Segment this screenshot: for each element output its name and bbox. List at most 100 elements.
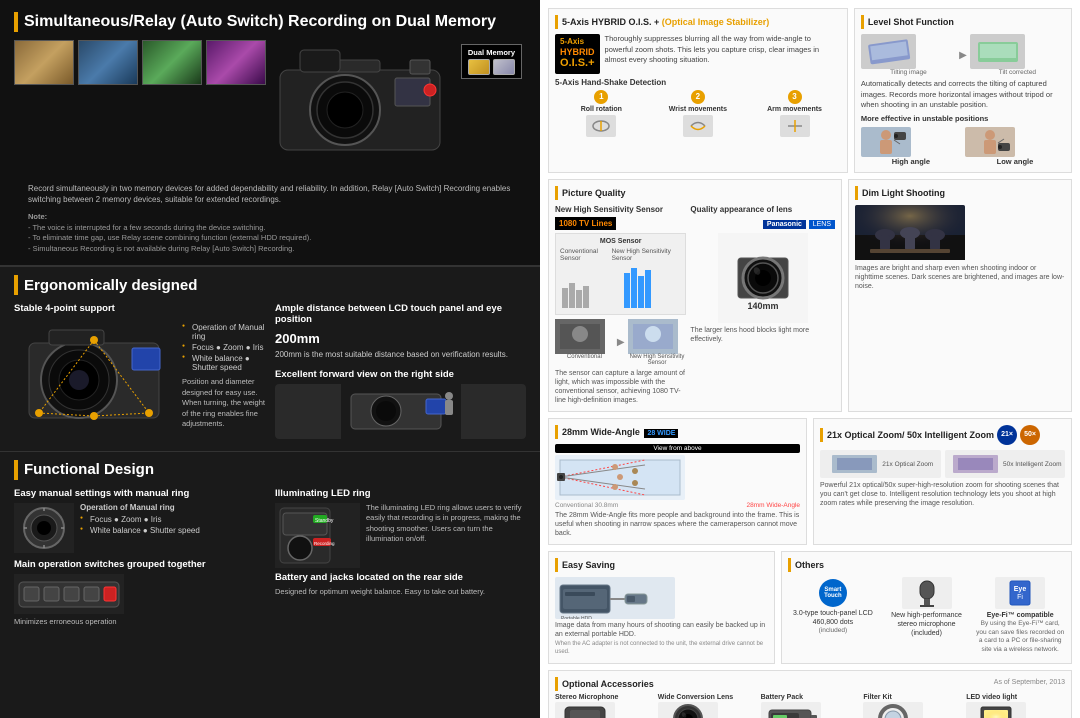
shake-label-2: Wrist movements [652,106,745,113]
conventional-img: Conventional [555,319,614,366]
wa-svg [555,455,685,500]
led-ring-title: Illuminating LED ring [275,488,526,499]
high-angle-label: High angle [861,157,961,166]
hero-title: Simultaneous/Relay (Auto Switch) Recordi… [24,12,496,31]
acc-led-svg [966,702,1026,718]
conventional-img-label: Conventional [555,354,614,360]
level-after: Tilt corrected [970,34,1065,76]
ergo-position-desc: Position and diameter designed for easy … [182,377,265,430]
panasonic-label: Panasonic [763,220,806,229]
sensor-title: New High Sensitivity Sensor [555,205,686,214]
conventional-bars [562,283,618,308]
comparison-row: Conventional ▶ New High Sensitivity Sens… [555,319,686,366]
easysave-note: When the AC adapter is not connected to … [555,641,768,657]
functional-accent [14,460,18,480]
level-title-row: Level Shot Function [861,15,1065,29]
eyefi-svg: Eye Fi [995,577,1045,609]
lens-desc: The larger lens hood blocks light more e… [690,326,835,344]
other-desc-1: New high-performance stereo microphone (… [882,611,972,638]
distance-desc: 200mm is the most suitable distance base… [275,350,508,359]
ois-title-row: 5-Axis HYBRID O.I.S. + (Optical Image St… [555,15,841,29]
ois-description: Thoroughly suppresses blurring all the w… [605,34,841,74]
ergo-accent [14,275,18,295]
led-content: Standby Recording The illuminating LED r… [275,503,526,568]
pq-section: Picture Quality New High Sensitivity Sen… [548,179,842,412]
tv-lens-badge: 1080 TV Lines [555,217,616,230]
arrow-icon-2: ▶ [617,319,625,366]
wa-comparison-labels: Conventional 30.8mm 28mm Wide-Angle [555,502,800,509]
ergo-section: Ergonomically designed Stable 4-point su… [0,266,540,451]
distance-text: 200mm 200mm is the most suitable distanc… [275,329,526,361]
shake-item-1: 1 Roll rotation [555,90,648,139]
distance-title: Ample distance between LCD touch panel a… [275,303,526,325]
new-wa-label: 28mm Wide-Angle [747,502,800,509]
others-title: Others [795,560,824,570]
stable-title: Stable 4-point support [14,303,265,314]
intelligent-zoom-img [948,450,1003,478]
accessories-accent [555,677,558,691]
new-sensor-img: New High Sensitivity Sensor [628,319,687,366]
level-angles-row: High angle Low angle [861,127,1065,166]
wideangle-section: 28mm Wide-Angle 28 WIDE View from above [548,418,807,545]
accessory-battery: Battery Pack DGA-05 7.2V 5400mAh [761,694,860,718]
others-title-row: Others [788,558,1065,572]
svg-text:Recording: Recording [314,541,335,546]
ergo-right: Ample distance between LCD touch panel a… [275,303,526,443]
high-angle-item: High angle [861,127,961,166]
wa-title: 28mm Wide-Angle 28 WIDE [562,427,678,437]
sensor-bars-container [560,265,681,310]
mos-label: MOS Sensor [560,238,681,245]
tilting-label: Tilting image [861,69,956,76]
acc-cat-2: Battery Pack [761,694,860,701]
level-section: Level Shot Function Tilting image ▶ [854,8,1072,173]
pq-title: Picture Quality [562,188,626,198]
led-desc: The illuminating LED ring allows users t… [366,503,526,545]
svg-text:Standby: Standby [315,518,334,524]
other-title-2: Eye-Fi™ compatible [975,611,1065,620]
effective-label: More effective in unstable positions [861,114,1065,123]
wa-accent [555,425,558,439]
ois-main-content: 5-Axis HYBRID O.I.S.+ Thoroughly suppres… [555,34,841,74]
ois-logo-desc: 5-Axis HYBRID O.I.S.+ [555,34,600,74]
ergo-left: Stable 4-point support [14,303,265,443]
other-item-1: New high-performance stereo microphone (… [882,577,972,654]
hero-section: Simultaneous/Relay (Auto Switch) Recordi… [0,0,540,266]
intelligent-zoom-label: 50x Intelligent Zoom [1003,461,1062,468]
right-panel: 5-Axis HYBRID O.I.S. + (Optical Image St… [540,0,1080,718]
tilting-image-svg [861,34,916,69]
pq-right: Quality appearance of lens Panasonic LEN… [690,205,835,405]
wa-title-row: 28mm Wide-Angle 28 WIDE [555,425,800,439]
note-line-1: - The voice is interrupted for a few sec… [28,223,265,232]
functional-content: Easy manual settings with manual ring [14,488,526,628]
hero-thumb-sports [78,40,138,85]
others-grid: Smart Touch 3.0-type touch-panel LCD 460… [788,577,1065,654]
accessories-grid: Stereo Microphone VW-VMS10 Plug-in Power… [555,694,1065,718]
accessories-title: Optional Accessories [562,679,654,689]
led-svg: Standby Recording [275,503,360,568]
level-accent [861,15,864,29]
left-panel: Simultaneous/Relay (Auto Switch) Recordi… [0,0,540,718]
new-sensor-shot [628,319,678,354]
switches-svg [14,574,124,614]
switches-desc: Minimizes erroneous operation [14,617,265,628]
wa-badge: 28 WIDE [644,429,678,438]
corrected-label: Tilt corrected [970,69,1065,76]
tv-lens-row: 1080 TV Lines [555,217,686,230]
level-before: Tilting image [861,34,956,76]
ergo-content: Stable 4-point support [14,303,526,443]
pq-accent [555,186,558,200]
shake-img-1 [586,115,616,137]
functional-title: Functional Design [24,461,154,478]
battery-desc: Designed for optimum weight balance. Eas… [275,587,526,598]
optical-zoom-label: 21x Optical Zoom [882,461,933,468]
pq-content: New High Sensitivity Sensor 1080 TV Line… [555,205,835,405]
easysave-section: Easy Saving Portable HDD Image data from… [548,551,775,664]
panasonic-badge: Panasonic LENS [690,218,835,229]
bullet-2: White balance ● Shutter speed [182,353,265,373]
level-auto-desc: Automatically detects and corrects the t… [861,79,1065,111]
zoom-compare-row: 21x Optical Zoom 50x Intelligent Zoom [820,450,1065,478]
ois-accent [555,15,558,29]
svg-text:Portable HDD: Portable HDD [561,616,592,619]
shake-detect-row: 1 Roll rotation 2 Wrist movements [555,90,841,139]
manual-ring-title: Easy manual settings with manual ring [14,488,265,499]
